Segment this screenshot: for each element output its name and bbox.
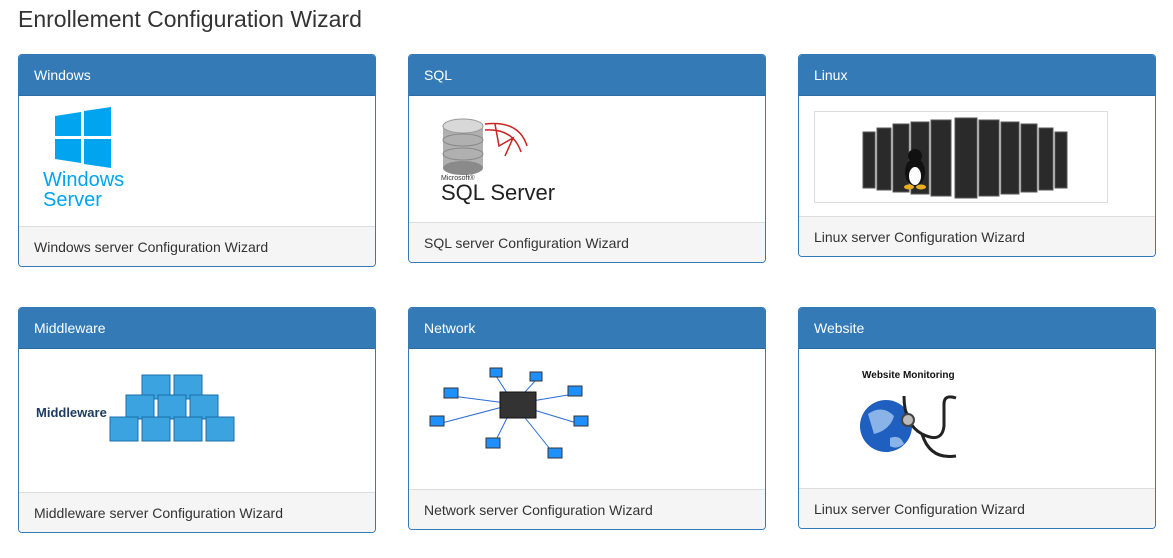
- linux-servers-image: [814, 111, 1108, 203]
- card-body-windows: Windows Server: [19, 96, 375, 226]
- card-body-linux: [799, 96, 1155, 216]
- server-rack-icon: [862, 117, 1068, 199]
- middleware-logo-text: Middleware: [36, 405, 107, 420]
- card-header-network: Network: [409, 308, 765, 349]
- card-footer-windows: Windows server Configuration Wizard: [19, 226, 375, 266]
- card-header-windows: Windows: [19, 55, 375, 96]
- card-footer-text: Middleware server Configuration Wizard: [34, 505, 283, 521]
- website-card[interactable]: Website Website Monitoring Linux server …: [798, 307, 1156, 529]
- card-footer-sql: SQL server Configuration Wizard: [409, 222, 765, 262]
- linux-card[interactable]: Linux Linux server Configuration Wizard: [798, 54, 1156, 257]
- card-footer-website: Linux server Configuration Wizard: [799, 488, 1155, 528]
- card-footer-text: Network server Configuration Wizard: [424, 502, 653, 518]
- card-footer-text: Linux server Configuration Wizard: [814, 229, 1025, 245]
- page-title: Enrollement Configuration Wizard: [18, 6, 362, 32]
- card-body-network: [409, 349, 765, 489]
- network-switch-icon: [499, 391, 537, 419]
- network-card[interactable]: Network Network server Configuration Wiz…: [408, 307, 766, 530]
- stethoscope-icon: [901, 395, 957, 459]
- card-body-website: Website Monitoring: [799, 349, 1155, 488]
- card-footer-text: Linux server Configuration Wizard: [814, 501, 1025, 517]
- card-header-middleware: Middleware: [19, 308, 375, 349]
- windows-logo-text-2: Server: [43, 189, 102, 211]
- windows-server-logo: Windows Server: [43, 107, 124, 211]
- sql-swirl-icon: [484, 122, 528, 157]
- card-footer-linux: Linux server Configuration Wizard: [799, 216, 1155, 256]
- windows-card[interactable]: Windows Windows Server Windows server Co…: [18, 54, 376, 267]
- website-monitoring-image: Website Monitoring: [860, 370, 957, 459]
- card-footer-text: SQL server Configuration Wizard: [424, 235, 629, 251]
- network-diagram-image: [429, 367, 589, 459]
- windows-logo-icon: [55, 107, 111, 168]
- database-icon: [442, 118, 484, 175]
- card-header-linux: Linux: [799, 55, 1155, 96]
- card-body-middleware: Middleware: [19, 349, 375, 492]
- middleware-card[interactable]: Middleware Middleware Middleware server …: [18, 307, 376, 533]
- sql-server-logo: Microsoft® SQL Server: [441, 118, 555, 205]
- card-footer-text: Windows server Configuration Wizard: [34, 239, 269, 255]
- card-header-website: Website: [799, 308, 1155, 349]
- sql-card[interactable]: SQL Microsoft® SQL Server SQL server Con…: [408, 54, 766, 263]
- card-body-sql: Microsoft® SQL Server: [409, 96, 765, 222]
- card-footer-network: Network server Configuration Wizard: [409, 489, 765, 529]
- middleware-image: Middleware: [34, 369, 274, 459]
- card-header-sql: SQL: [409, 55, 765, 96]
- website-monitoring-text: Website Monitoring: [862, 370, 955, 381]
- sql-logo-text: SQL Server: [441, 180, 555, 205]
- card-footer-middleware: Middleware server Configuration Wizard: [19, 492, 375, 532]
- windows-logo-text-1: Windows: [43, 169, 124, 191]
